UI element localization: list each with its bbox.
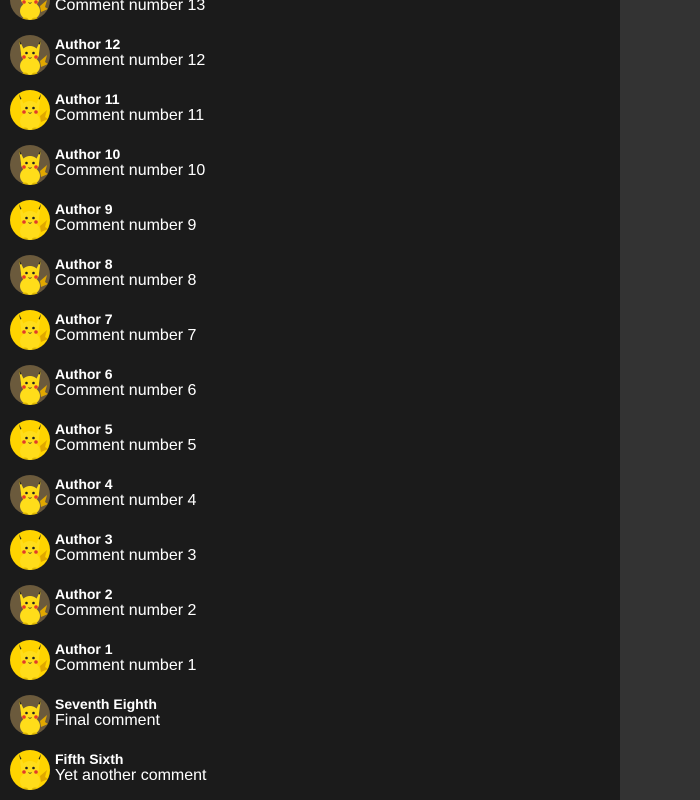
comment-item: Author 7 Comment number 7: [0, 300, 620, 355]
pikachu-icon: [10, 255, 50, 295]
avatar[interactable]: [10, 365, 50, 405]
avatar[interactable]: [10, 420, 50, 460]
comment-item: Author 13 Comment number 13: [0, 0, 620, 25]
comment-author: Author 5: [55, 421, 113, 437]
comment-author: Author 1: [55, 641, 113, 657]
avatar[interactable]: [10, 255, 50, 295]
comment-item: Seventh Eighth Final comment: [0, 685, 620, 740]
comment-item: Author 1 Comment number 1: [0, 630, 620, 685]
avatar[interactable]: [10, 35, 50, 75]
comment-text: Yet another comment: [55, 767, 207, 784]
comment-text: Comment number 5: [55, 437, 197, 454]
comment-author: Author 6: [55, 366, 113, 382]
pikachu-icon: [10, 90, 50, 130]
comment-text: Comment number 9: [55, 217, 197, 234]
pikachu-icon: [10, 200, 50, 240]
comment-text: Final comment: [55, 712, 160, 729]
comment-text: Comment number 1: [55, 657, 197, 674]
comment-item: Author 6 Comment number 6: [0, 355, 620, 410]
avatar[interactable]: [10, 310, 50, 350]
comment-text: Comment number 10: [55, 162, 206, 179]
comment-item: Author 10 Comment number 10: [0, 135, 620, 190]
comment-text: Comment number 2: [55, 602, 197, 619]
comment-author: Author 12: [55, 36, 121, 52]
comment-item: Author 3 Comment number 3: [0, 520, 620, 575]
pikachu-icon: [10, 365, 50, 405]
pikachu-icon: [10, 585, 50, 625]
comment-author: Author 10: [55, 146, 121, 162]
avatar[interactable]: [10, 475, 50, 515]
comment-item: Author 12 Comment number 12: [0, 25, 620, 80]
comment-text: Comment number 13: [55, 0, 206, 14]
comment-text: Comment number 6: [55, 382, 197, 399]
pikachu-icon: [10, 750, 50, 790]
pikachu-icon: [10, 35, 50, 75]
comment-item: Author 4 Comment number 4: [0, 465, 620, 520]
comment-author: Author 2: [55, 586, 113, 602]
pikachu-icon: [10, 640, 50, 680]
avatar[interactable]: [10, 145, 50, 185]
pikachu-icon: [10, 420, 50, 460]
app-frame: Author 13 Comment number 13 Author 12 Co…: [0, 0, 700, 800]
right-gutter: [620, 0, 700, 800]
comment-item: Author 5 Comment number 5: [0, 410, 620, 465]
comment-author: Fifth Sixth: [55, 751, 124, 767]
comment-item: Author 9 Comment number 9: [0, 190, 620, 245]
pikachu-icon: [10, 695, 50, 735]
comment-text: Comment number 7: [55, 327, 197, 344]
comment-author: Author 7: [55, 311, 113, 327]
avatar[interactable]: [10, 750, 50, 790]
comment-text: Comment number 11: [55, 107, 205, 124]
comment-text: Comment number 12: [55, 52, 206, 69]
comment-author: Seventh Eighth: [55, 696, 157, 712]
comment-item: Author 2 Comment number 2: [0, 575, 620, 630]
pikachu-icon: [10, 475, 50, 515]
avatar[interactable]: [10, 695, 50, 735]
pikachu-icon: [10, 145, 50, 185]
avatar[interactable]: [10, 530, 50, 570]
comment-author: Author 9: [55, 201, 113, 217]
avatar[interactable]: [10, 200, 50, 240]
avatar[interactable]: [10, 585, 50, 625]
comment-author: Author 4: [55, 476, 113, 492]
comment-item: Fifth Sixth Yet another comment: [0, 740, 620, 795]
pikachu-icon: [10, 0, 50, 20]
avatar[interactable]: [10, 640, 50, 680]
comment-author: Author 8: [55, 256, 113, 272]
comment-list: Author 13 Comment number 13 Author 12 Co…: [0, 0, 620, 795]
comment-author: Author 3: [55, 531, 113, 547]
comment-panel[interactable]: Author 13 Comment number 13 Author 12 Co…: [0, 0, 620, 800]
avatar[interactable]: [10, 0, 50, 20]
comment-item: Author 11 Comment number 11: [0, 80, 620, 135]
comment-text: Comment number 4: [55, 492, 197, 509]
comment-text: Comment number 8: [55, 272, 197, 289]
pikachu-icon: [10, 310, 50, 350]
pikachu-icon: [10, 530, 50, 570]
comment-text: Comment number 3: [55, 547, 197, 564]
comment-item: Author 8 Comment number 8: [0, 245, 620, 300]
comment-author: Author 11: [55, 91, 120, 107]
avatar[interactable]: [10, 90, 50, 130]
